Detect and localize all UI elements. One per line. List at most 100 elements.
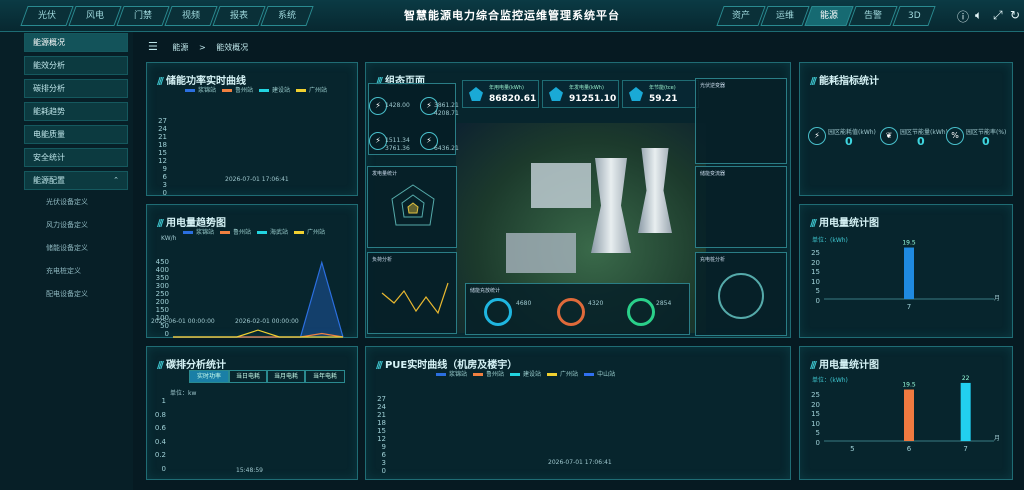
fullscreen-icon[interactable]: ⤢ [993, 8, 1003, 23]
x-axis-end: 2026-02-01 00:00:00 [235, 318, 299, 325]
panel-carbon: ///碳排分析统计 [146, 346, 358, 480]
ring-value: 4680 [516, 300, 532, 307]
nav-tab-wind[interactable]: 风电 [68, 6, 122, 26]
chart-legend: 浆锦站 鲁州站 建设站 广州站 中山站 [430, 369, 615, 378]
panel-pue: ///PUE实时曲线（机房及楼宇） 浆锦站 鲁州站 建设站 广州站 中山站 27 24 21… [365, 346, 791, 480]
kpi-card: 年节能(tce) 59.21 [622, 80, 699, 108]
nav-tab-report[interactable]: 报表 [212, 6, 266, 26]
usage-bar-chart: 5 19.5 6 22 7 [824, 375, 994, 453]
kpi-icon [629, 87, 643, 101]
month-unit: 月 [994, 295, 1001, 302]
panel-indicators: ///能耗指标统计 ⚡ 园区能耗值(kWh) 0 ❦ 园区节能量(kWh) 0 … [799, 62, 1013, 196]
panel-title: ///用电量统计图 [810, 218, 879, 229]
tab-realtime[interactable]: 实时功率 [189, 370, 229, 383]
mini-panel-radar: 发电量统计 [367, 166, 457, 248]
sidebar-subitem[interactable]: 光伏设备定义 [46, 197, 88, 207]
data-label: 19.5 [902, 240, 916, 247]
kpi-icon [549, 87, 563, 101]
nav-tab-access[interactable]: 门禁 [116, 6, 170, 26]
bar [960, 382, 971, 441]
sidebar [0, 32, 133, 490]
ring-value: 4320 [588, 300, 604, 307]
sidebar-item-quality[interactable]: 电能质量 [24, 125, 128, 144]
volume-icon[interactable]: 🔈︎ [975, 8, 982, 23]
ring-gauge [627, 298, 655, 326]
indicator-value: 0 [917, 135, 925, 148]
y-axis-ticks: 1 0.8 0.6 0.4 0.2 0 [154, 397, 166, 473]
y-axis-ticks: 27 24 21 18 15 12 9 6 3 0 [377, 395, 386, 475]
usage-bar-chart: 19.57 [824, 240, 994, 311]
indicator-value: 0 [982, 135, 990, 148]
y-axis-ticks: 25 20 15 10 5 0 [811, 249, 820, 305]
refresh-icon[interactable]: ↻ [1010, 8, 1020, 22]
mini-panel-charger: 充电桩分析 [695, 252, 787, 336]
month-unit: 月 [994, 435, 1001, 442]
sidebar-subitem[interactable]: 充电桩定义 [46, 266, 81, 276]
leaf-icon: ❦ [880, 127, 898, 145]
percent-icon: % [946, 127, 964, 145]
panel-title: ///用电量统计图 [810, 360, 879, 371]
tick-label: 7 [907, 303, 911, 311]
alert-icon[interactable]: ⓘ [957, 8, 969, 25]
ring-value: 2854 [656, 300, 672, 307]
tab-month[interactable]: 当月电耗 [267, 370, 305, 383]
data-label: 22 [962, 375, 970, 382]
series-line [173, 260, 344, 338]
sidebar-subitem[interactable]: 风力设备定义 [46, 220, 88, 230]
sidebar-item-carbon[interactable]: 碳排分析 [24, 79, 128, 98]
nav-tab-ops[interactable]: 运维 [760, 6, 810, 26]
breadcrumb-home[interactable]: 能源 [172, 43, 188, 52]
x-axis-label: 15:48:59 [236, 467, 263, 474]
nav-tab-system[interactable]: 系统 [260, 6, 314, 26]
y-axis-ticks: 25 20 15 10 5 0 [811, 391, 820, 447]
stat-value: 6436.21 [434, 145, 459, 152]
nav-tab-3d[interactable]: 3D [892, 6, 936, 26]
building [531, 163, 591, 208]
kpi-card: 年用电量(kWh) 86820.61 [462, 80, 539, 108]
stat-value: 3861.21 [434, 102, 459, 109]
panel-usage-stats-2: ///用电量统计图 单位：(kWh) 25 20 15 10 5 0 5 19.5 6 22 7 … [799, 346, 1013, 480]
sidebar-item-trend[interactable]: 能耗趋势 [24, 102, 128, 121]
indicator-value: 0 [845, 135, 853, 148]
ring-gauge [484, 298, 512, 326]
load-chart [381, 282, 449, 315]
tick-label: 6 [907, 445, 912, 453]
panel-usage-stats-1: ///用电量统计图 单位：(kWh) 25 20 15 10 5 0 19.5 7 月 [799, 204, 1013, 338]
x-axis-label: 2026-07-01 17:06:41 [225, 176, 289, 183]
kpi-card: 年发电量(kWh) 91251.10 [542, 80, 619, 108]
y-axis-ticks: 450 400 350 300 250 200 150 100 50 0 [155, 258, 169, 338]
stat-value: 1511.34 [385, 137, 410, 144]
panel-usage-trend: ///用电量趋势图 浆锦站 鲁州站 海武站 广州站 KW/h 450 400 350 300… [146, 204, 358, 338]
axis-unit: KW/h [161, 235, 177, 242]
sidebar-item-efficiency[interactable]: 能效分析 [24, 56, 128, 75]
stat-value: 4208.71 [434, 110, 459, 117]
tick-label: 5 [850, 445, 854, 453]
nav-tab-asset[interactable]: 资产 [716, 6, 766, 26]
chart-legend: 浆锦站 鲁州站 建设站 广州站 [179, 85, 327, 94]
sidebar-item-overview[interactable]: 能源概况 [24, 33, 128, 52]
top-bar: 光伏 风电 门禁 视频 报表 系统 智慧能源电力综合监控运维管理系统平台 资产 … [0, 0, 1024, 32]
sidebar-subitem[interactable]: 配电设备定义 [46, 289, 88, 299]
stat-value: 3761.36 [385, 145, 410, 152]
mini-panel-load: 负荷分析 [367, 252, 457, 334]
sidebar-item-safety[interactable]: 安全统计 [24, 148, 128, 167]
dashboard: 光伏 风电 门禁 视频 报表 系统 智慧能源电力综合监控运维管理系统平台 资产 … [0, 0, 1024, 490]
nav-tab-energy[interactable]: 能源 [804, 6, 854, 26]
breadcrumb-sep: > [198, 43, 206, 52]
ring-gauge [557, 298, 585, 326]
x-axis-start: 2025-06-01 00:00:00 [151, 318, 215, 325]
nav-tab-pv[interactable]: 光伏 [20, 6, 74, 26]
tab-today[interactable]: 当日电耗 [229, 370, 267, 383]
sidebar-item-config[interactable]: 能源配置 ⌃ [24, 171, 128, 190]
bolt-icon: ⚡ [808, 127, 826, 145]
tab-year[interactable]: 当年电耗 [305, 370, 345, 383]
nav-tab-alarm[interactable]: 告警 [848, 6, 898, 26]
menu-toggle-icon[interactable]: ☰ [148, 40, 158, 53]
chevron-up-icon: ⌃ [113, 176, 119, 184]
sidebar-subitem[interactable]: 储能设备定义 [46, 243, 88, 253]
nav-tab-video[interactable]: 视频 [164, 6, 218, 26]
radar-chart [391, 184, 435, 226]
tick-label: 7 [963, 445, 967, 453]
breadcrumb: ☰ 能源 > 能效概况 [140, 37, 1020, 57]
kpi-icon [469, 87, 483, 101]
